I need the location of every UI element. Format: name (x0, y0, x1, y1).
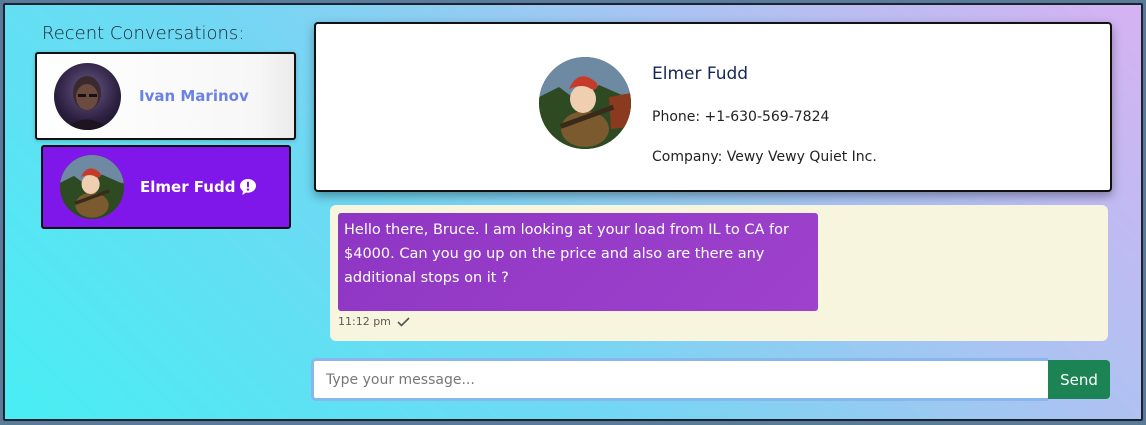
send-button[interactable]: Send (1048, 360, 1110, 399)
person-avatar-icon (64, 75, 110, 130)
avatar (60, 155, 124, 219)
contact-company: Company: Vewy Vewy Quiet Inc. (652, 149, 877, 165)
recent-conversations-title: Recent Conversations: (42, 23, 245, 44)
avatar (54, 62, 121, 130)
contact-name: Elmer Fudd (652, 64, 749, 84)
contact-avatar (539, 57, 631, 149)
conversation-item-ivan-marinov[interactable]: Ivan Marinov (35, 52, 296, 140)
app-frame: Recent Conversations: Ivan Marinov Elmer… (3, 3, 1143, 421)
conversation-name: Elmer Fudd (140, 178, 257, 196)
message-bubble: Hello there, Bruce. I am looking at your… (338, 213, 818, 311)
conversation-name-label: Elmer Fudd (140, 178, 236, 196)
message-meta: 11:12 pm (338, 315, 410, 328)
check-icon (397, 316, 410, 327)
conversation-item-elmer-fudd[interactable]: Elmer Fudd (41, 145, 291, 229)
message-time: 11:12 pm (338, 315, 391, 328)
unread-message-icon (239, 178, 257, 196)
contact-phone: Phone: +1-630-569-7824 (652, 109, 830, 125)
message-composer: Send (311, 358, 1110, 401)
contact-card: Elmer Fudd Phone: +1-630-569-7824 Compan… (314, 22, 1112, 192)
chat-messages-area[interactable]: Hello there, Bruce. I am looking at your… (330, 205, 1108, 341)
conversation-name: Ivan Marinov (139, 87, 249, 105)
elmer-fudd-avatar-icon (60, 155, 124, 219)
message-input[interactable] (311, 358, 1048, 401)
elmer-fudd-avatar-icon (539, 57, 631, 149)
